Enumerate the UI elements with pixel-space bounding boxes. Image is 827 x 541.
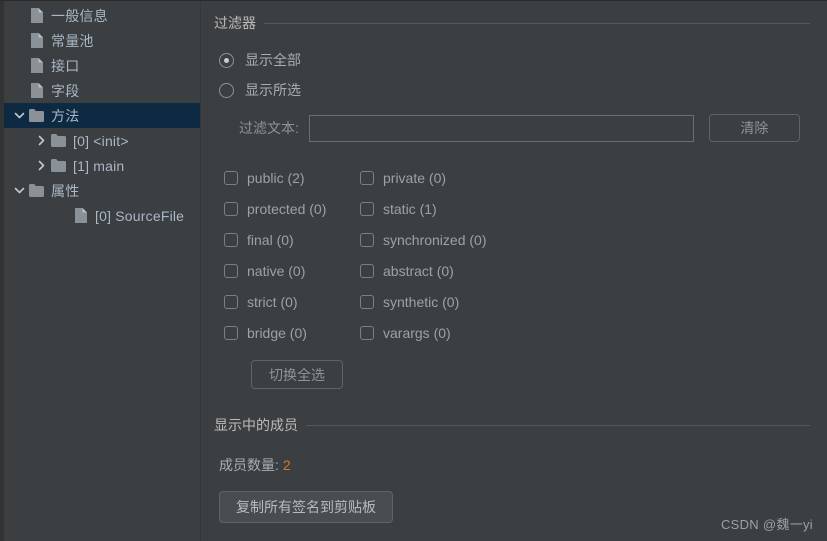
radio-show-all[interactable]: 显示全部 (219, 49, 810, 71)
filter-group-header: 过滤器 (214, 13, 810, 33)
modifier-checkbox-label: synthetic (0) (383, 293, 460, 310)
checkbox-indicator[interactable] (360, 325, 374, 340)
modifier-checkbox-label: public (2) (247, 169, 305, 186)
tree-item[interactable]: [0] <init> (4, 128, 200, 153)
file-icon (28, 8, 45, 23)
modifier-checkbox-label: private (0) (383, 169, 447, 186)
filter-mode-radio-group: 显示全部 显示所选 (214, 49, 810, 101)
tree-item[interactable]: [1] main (4, 153, 200, 178)
file-icon (72, 208, 89, 223)
tree-item[interactable]: 字段 (4, 78, 200, 103)
class-structure-tree-panel: 一般信息常量池接口字段方法 [0] <init> [1] main 属性 [0] Sou… (0, 1, 201, 541)
checkbox-indicator[interactable] (360, 170, 374, 185)
file-icon (28, 58, 45, 73)
toggle-all-button[interactable]: 切换全选 (251, 360, 343, 389)
checkbox-indicator[interactable] (224, 232, 238, 247)
modifier-checkbox-label: synchronized (0) (383, 231, 487, 248)
tree-item-label: [0] SourceFile (95, 207, 185, 224)
tree-item-label: [0] <init> (73, 132, 129, 149)
modifier-checkbox[interactable]: synthetic (0) (360, 286, 810, 317)
radio-show-all-indicator[interactable] (219, 52, 234, 68)
modifier-checkbox-label: bridge (0) (247, 324, 307, 341)
radio-show-selected-indicator[interactable] (219, 82, 234, 98)
tree-item[interactable]: 属性 (4, 178, 200, 203)
file-icon (28, 83, 45, 98)
checkbox-indicator[interactable] (360, 263, 374, 278)
checkbox-indicator[interactable] (360, 232, 374, 247)
filter-panel: 过滤器 显示全部 显示所选 过滤文本: 清除 public (2) private… (201, 1, 827, 541)
checkbox-indicator[interactable] (224, 201, 238, 216)
filter-group-divider (264, 22, 810, 24)
tree-item-label: 方法 (51, 107, 80, 124)
radio-show-selected-label: 显示所选 (245, 82, 301, 98)
member-count-row: 成员数量: 2 (219, 455, 810, 475)
modifier-checkbox[interactable]: abstract (0) (360, 255, 810, 286)
checkbox-indicator[interactable] (224, 170, 238, 185)
radio-show-selected[interactable]: 显示所选 (219, 79, 810, 101)
tree-item-label: 常量池 (51, 32, 94, 49)
checkbox-indicator[interactable] (360, 294, 374, 309)
modifier-checkbox[interactable]: protected (0) (224, 193, 360, 224)
radio-show-all-label: 显示全部 (245, 52, 301, 68)
member-count-label: 成员数量: (219, 457, 279, 473)
folder-icon (28, 109, 45, 122)
folder-icon (28, 184, 45, 197)
tree-item[interactable]: 接口 (4, 53, 200, 78)
modifier-checkbox-label: static (1) (383, 200, 437, 217)
folder-icon (50, 134, 67, 147)
members-group-divider (306, 424, 810, 426)
filter-text-row: 过滤文本: 清除 (239, 114, 810, 142)
copy-signatures-button[interactable]: 复制所有签名到剪贴板 (219, 491, 393, 523)
modifier-checkbox[interactable]: varargs (0) (360, 317, 810, 348)
chevron-right-icon[interactable] (32, 160, 50, 171)
chevron-right-icon[interactable] (32, 135, 50, 146)
class-structure-tree[interactable]: 一般信息常量池接口字段方法 [0] <init> [1] main 属性 [0] Sou… (4, 1, 200, 541)
file-icon (28, 33, 45, 48)
tree-item-label: [1] main (73, 157, 125, 174)
tree-item[interactable]: 一般信息 (4, 3, 200, 28)
tree-item-label: 一般信息 (51, 7, 108, 24)
modifier-checkbox[interactable]: native (0) (224, 255, 360, 286)
modifier-checkbox[interactable]: public (2) (224, 162, 360, 193)
modifier-checkbox-grid: public (2) private (0) protected (0) static… (224, 162, 810, 348)
clear-button[interactable]: 清除 (708, 114, 800, 142)
members-group-title: 显示中的成员 (214, 417, 298, 433)
checkbox-indicator[interactable] (360, 201, 374, 216)
filter-text-label: 过滤文本: (239, 120, 299, 136)
modifier-checkbox[interactable]: strict (0) (224, 286, 360, 317)
modifier-checkbox-label: protected (0) (247, 200, 327, 217)
modifier-checkbox-label: strict (0) (247, 293, 298, 310)
tree-item-label: 属性 (51, 182, 80, 199)
modifier-checkbox-label: varargs (0) (383, 324, 451, 341)
tree-item[interactable]: [0] SourceFile (4, 203, 200, 228)
tree-item-label: 字段 (51, 82, 80, 99)
modifier-checkbox[interactable]: final (0) (224, 224, 360, 255)
checkbox-indicator[interactable] (224, 263, 238, 278)
filter-text-input[interactable] (308, 114, 694, 142)
folder-icon (50, 159, 67, 172)
watermark: CSDN @魏一yi (720, 517, 813, 532)
modifier-checkbox-label: native (0) (247, 262, 306, 279)
members-group-header: 显示中的成员 (214, 415, 810, 435)
chevron-down-icon[interactable] (10, 185, 28, 196)
member-count-value: 2 (282, 457, 291, 473)
filter-group-title: 过滤器 (214, 15, 256, 31)
kfilter-window: 一般信息常量池接口字段方法 [0] <init> [1] main 属性 [0] Sou… (0, 0, 827, 541)
checkbox-indicator[interactable] (224, 294, 238, 309)
modifier-checkbox-label: final (0) (247, 231, 294, 248)
modifier-checkbox[interactable]: synchronized (0) (360, 224, 810, 255)
modifier-checkbox[interactable]: private (0) (360, 162, 810, 193)
chevron-down-icon[interactable] (10, 110, 28, 121)
tree-item[interactable]: 常量池 (4, 28, 200, 53)
tree-item-label: 接口 (51, 57, 80, 74)
checkbox-indicator[interactable] (224, 325, 238, 340)
modifier-checkbox[interactable]: static (1) (360, 193, 810, 224)
modifier-checkbox[interactable]: bridge (0) (224, 317, 360, 348)
modifier-checkbox-label: abstract (0) (383, 262, 454, 279)
tree-item[interactable]: 方法 (4, 103, 200, 128)
